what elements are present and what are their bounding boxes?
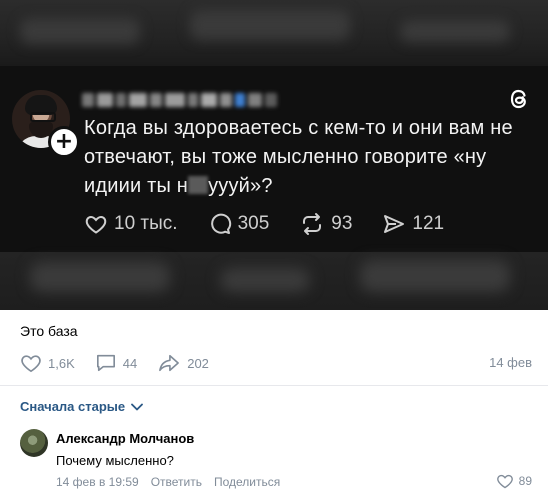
comment-time[interactable]: 14 фев в 19:59 <box>56 475 139 489</box>
blurred-username <box>82 88 292 112</box>
commenter-avatar[interactable] <box>20 429 48 457</box>
threads-repost-count: 93 <box>331 213 353 234</box>
threads-share-count: 121 <box>412 213 445 234</box>
share-icon <box>159 354 180 372</box>
like-count: 1,6K <box>48 355 75 371</box>
comment-text: Почему мысленно? <box>56 453 174 468</box>
blurred-background-bottom <box>0 252 548 310</box>
comment-like-button[interactable]: 89 <box>496 473 532 489</box>
threads-comment-count: 305 <box>237 213 270 234</box>
post-actions: 10 тыс. 305 93 121 <box>84 210 444 238</box>
embedded-screenshot[interactable]: + Когда вы здороваетесь с кем-то и они в… <box>0 0 548 310</box>
threads-logo-icon <box>510 89 526 109</box>
threads-like-button[interactable]: 10 тыс. <box>84 212 178 236</box>
post-caption: Это база <box>20 323 78 339</box>
threads-share-button[interactable]: 121 <box>382 212 444 236</box>
comment-icon <box>210 213 231 234</box>
comments-sort-toggle[interactable]: Сначала старые <box>20 399 144 414</box>
comment-meta: 14 фев в 19:59 Ответить Поделиться <box>56 475 280 489</box>
vk-post-actions: 1,6K 44 202 <box>20 351 209 375</box>
divider <box>0 385 548 386</box>
comment-author[interactable]: Александр Молчанов <box>56 431 194 446</box>
comment-like-count: 89 <box>518 474 532 488</box>
post-text: Когда вы здороваетесь с кем-то и они вам… <box>84 114 524 201</box>
follow-button[interactable]: + <box>48 126 80 158</box>
reply-button[interactable]: Ответить <box>151 475 202 489</box>
comment-count: 44 <box>122 355 138 371</box>
share-count: 202 <box>187 355 209 371</box>
threads-comment-button[interactable]: 305 <box>208 212 270 236</box>
post-text-part-2: уууй»? <box>208 175 273 197</box>
comment-icon <box>96 354 115 372</box>
chevron-down-icon <box>131 403 144 410</box>
heart-icon <box>85 215 107 234</box>
comment-share-button[interactable]: Поделиться <box>214 475 280 489</box>
share-icon <box>384 215 405 233</box>
sort-label: Сначала старые <box>20 399 126 414</box>
repost-icon <box>303 213 322 235</box>
blurred-background-top <box>0 0 548 66</box>
comment-button[interactable]: 44 <box>95 353 137 373</box>
share-button[interactable]: 202 <box>157 353 209 373</box>
heart-icon <box>496 474 513 489</box>
post-text-part-1: Когда вы здороваетесь с кем-то и они вам… <box>84 117 513 197</box>
threads-post: + Когда вы здороваетесь с кем-то и они в… <box>0 66 548 252</box>
threads-like-count: 10 тыс. <box>114 213 178 234</box>
like-button[interactable]: 1,6K <box>20 353 75 373</box>
heart-icon <box>21 355 41 373</box>
threads-repost-button[interactable]: 93 <box>299 212 352 236</box>
censored-block <box>188 176 209 194</box>
post-date[interactable]: 14 фев <box>489 355 532 370</box>
